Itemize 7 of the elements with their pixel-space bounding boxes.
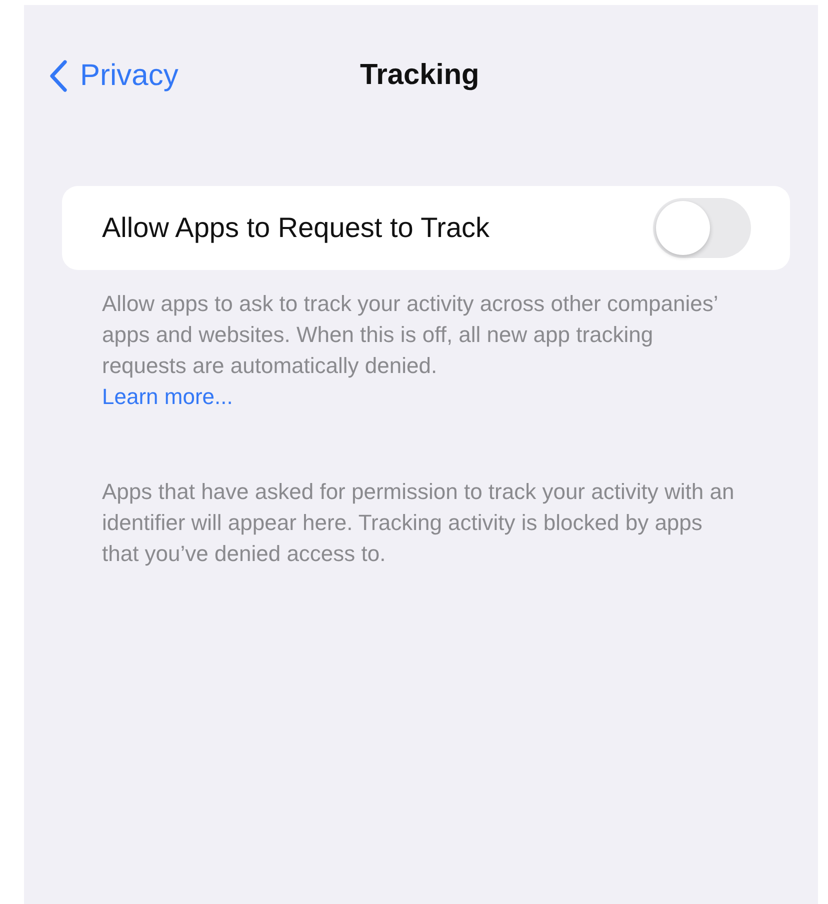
tracking-note: Apps that have asked for permission to track your activity with an identifier will appear here. Tracking activity is blocked by apps that you’ve denied access to.	[102, 478, 736, 568]
learn-more-link[interactable]: Learn more...	[102, 384, 233, 409]
page-title: Tracking	[360, 59, 480, 92]
setting-label: Allow Apps to Request to Track	[102, 212, 490, 244]
footer-text: Allow apps to ask to track your activity across other companies’ apps and websites. When this is off, all new app tracking requests are automatically denied. Learn more...	[102, 290, 718, 411]
back-button[interactable]: Privacy	[48, 59, 178, 93]
back-chevron-icon	[48, 59, 68, 93]
